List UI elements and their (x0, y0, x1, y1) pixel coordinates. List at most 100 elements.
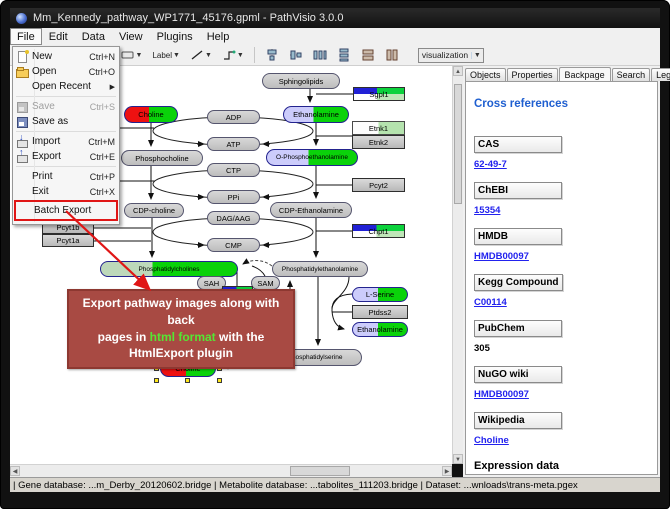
xref-link[interactable]: HMDB00097 (474, 389, 651, 400)
menu-file[interactable]: File (10, 28, 42, 45)
node-ppi[interactable]: PPi (207, 190, 260, 204)
file-menu-item-open[interactable]: OpenCtrl+O (14, 64, 118, 79)
selection-handle[interactable] (154, 378, 159, 383)
file-menu-item-save-as[interactable]: Save as (14, 114, 118, 129)
file-menu-item-exit[interactable]: ExitCtrl+X (14, 184, 118, 199)
menu-data[interactable]: Data (75, 28, 112, 45)
menu-view[interactable]: View (112, 28, 150, 45)
scroll-down-icon[interactable]: ▼ (453, 454, 463, 464)
scroll-left-icon[interactable]: ◀ (10, 466, 20, 476)
section-header: CAS (474, 136, 562, 153)
file-menu-item-open-recent[interactable]: Open Recent▶ (14, 79, 118, 94)
backpage-section-nugo-wiki: NuGO wikiHMDB00097 (474, 364, 651, 400)
backpage-section-cas: CAS 62-49-7 (474, 134, 651, 170)
align-middle-button[interactable] (286, 45, 306, 65)
expression-data-heading: Expression data (474, 460, 651, 472)
node-phosphocholine[interactable]: Phosphocholine (121, 150, 203, 166)
node-phosphatidylcholines[interactable]: Phosphatidylcholines (100, 261, 238, 277)
xref-link[interactable]: 15354 (474, 205, 651, 216)
node-ptdss2[interactable]: Ptdss2 (352, 305, 408, 319)
canvas-vertical-scrollbar[interactable]: ▲ ▼ (452, 66, 463, 464)
backpage-section-hmdb: HMDBHMDB00097 (474, 226, 651, 262)
tab-objects[interactable]: Objects (465, 68, 506, 81)
node-o-phosphoethanolamine[interactable]: O-Phosphoethanolamine (266, 149, 358, 166)
align-center-button[interactable] (262, 45, 282, 65)
scroll-right-icon[interactable]: ▶ (442, 466, 452, 476)
node-choline[interactable]: Choline (124, 106, 178, 123)
node-ctp[interactable]: CTP (207, 163, 260, 177)
vertical-scroll-thumb[interactable] (454, 84, 462, 204)
chevron-down-icon[interactable]: ▼ (205, 52, 212, 59)
pathvisio-app-icon (16, 13, 27, 24)
menu-shortcut: Ctrl+N (89, 52, 115, 62)
node-pcyt1a[interactable]: Pcyt1a (42, 234, 94, 247)
tab-legend[interactable]: Legend (651, 68, 670, 81)
node-cmp[interactable]: CMP (207, 238, 260, 252)
add-datanode-button[interactable]: ▼ (118, 45, 146, 65)
tab-properties[interactable]: Properties (507, 68, 558, 81)
node-atp[interactable]: ATP (207, 137, 260, 151)
file-menu-item-import[interactable]: ImportCtrl+M (14, 134, 118, 149)
annotation-line: HtmlExport plugin (71, 345, 291, 362)
chevron-down-icon[interactable]: ▼ (173, 52, 180, 59)
tab-backpage[interactable]: Backpage (559, 67, 611, 82)
node-etnk1[interactable]: Etnk1 (352, 121, 405, 135)
node-ethanolamine[interactable]: Ethanolamine (352, 322, 408, 337)
distribute-horizontal-button[interactable] (310, 45, 330, 65)
scroll-up-icon[interactable]: ▲ (453, 66, 463, 76)
menu-shortcut: Ctrl+S (90, 102, 115, 112)
node-phosphatidylethanolamine[interactable]: Phosphatidylethanolamine (272, 261, 368, 277)
chevron-down-icon[interactable]: ▼ (237, 52, 244, 59)
section-header: ChEBI (474, 182, 562, 199)
xref-link[interactable]: Choline (474, 435, 651, 446)
distribute-vertical-button[interactable] (334, 45, 354, 65)
datanode-icon (121, 49, 135, 61)
chevron-down-icon[interactable]: ▼ (136, 52, 143, 59)
xref-link[interactable]: 62-49-7 (474, 159, 651, 170)
menu-icon-spacer (16, 81, 29, 93)
visualization-combobox[interactable]: visualization ▼ (418, 48, 484, 63)
add-connector-button[interactable]: ▼ (219, 45, 247, 65)
node-chpt1[interactable]: Chpt1 (352, 224, 405, 238)
file-menu-item-print[interactable]: PrintCtrl+P (14, 169, 118, 184)
common-height-button[interactable] (382, 45, 402, 65)
menu-plugins[interactable]: Plugins (150, 28, 200, 45)
node-sphingolipids[interactable]: Sphingolipids (262, 73, 340, 89)
annotation-line: pages in html format with the (71, 329, 291, 346)
node-adp[interactable]: ADP (207, 110, 260, 124)
horizontal-scroll-thumb[interactable] (290, 466, 350, 476)
menu-item-label: New (32, 51, 86, 62)
node-sam[interactable]: SAM (251, 276, 280, 290)
node-sgpl1[interactable]: Sgpl1 (353, 87, 405, 101)
file-menu-item-save[interactable]: SaveCtrl+S (14, 99, 118, 114)
node-ethanolamine[interactable]: Ethanolamine (283, 106, 349, 123)
menu-help[interactable]: Help (200, 28, 237, 45)
file-menu-item-new[interactable]: NewCtrl+N (14, 49, 118, 64)
node-cdp-ethanolamine[interactable]: CDP-Ethanolamine (270, 202, 352, 218)
selection-handle[interactable] (185, 378, 190, 383)
menu-shortcut: Ctrl+X (90, 187, 115, 197)
node-pcyt2[interactable]: Pcyt2 (352, 178, 405, 192)
distribute-vertical-icon (337, 48, 351, 62)
file-menu-item-batch-export[interactable]: Batch Export (14, 200, 118, 221)
common-width-button[interactable] (358, 45, 378, 65)
menu-icon-spacer (18, 205, 31, 217)
node-etnk2[interactable]: Etnk2 (352, 135, 405, 149)
selection-handle[interactable] (217, 378, 222, 383)
add-line-button[interactable]: ▼ (187, 45, 215, 65)
menu-edit[interactable]: Edit (42, 28, 75, 45)
xref-link[interactable]: HMDB00097 (474, 251, 651, 262)
node-cdp-choline[interactable]: CDP-choline (124, 203, 184, 218)
xref-link[interactable]: C00114 (474, 297, 651, 308)
menu-shortcut: Ctrl+E (90, 152, 115, 162)
chevron-down-icon[interactable]: ▼ (471, 52, 481, 59)
menu-item-label: Batch Export (34, 205, 110, 216)
file-menu-item-export[interactable]: ExportCtrl+E (14, 149, 118, 164)
node-dag-aag[interactable]: DAG/AAG (207, 211, 260, 225)
menu-item-label: Save (32, 101, 87, 112)
node-l-serine[interactable]: L-Serine (352, 287, 408, 302)
add-label-button[interactable]: Label ▼ (149, 45, 183, 65)
canvas-horizontal-scrollbar[interactable]: ◀ ▶ (10, 464, 452, 477)
tab-search[interactable]: Search (612, 68, 651, 81)
menu-item-label: Open Recent (32, 81, 107, 92)
